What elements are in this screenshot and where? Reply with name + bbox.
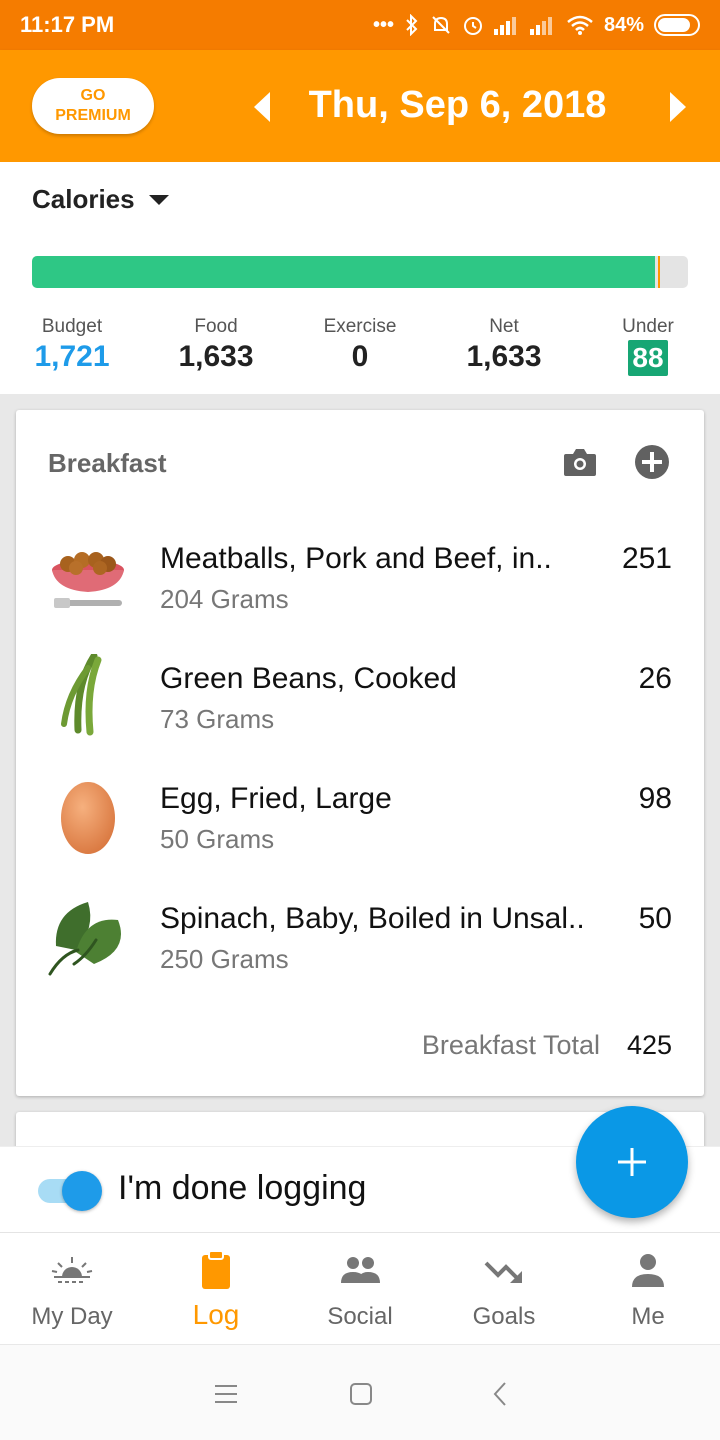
done-logging-toggle[interactable] [38, 1169, 102, 1211]
battery-level [658, 18, 690, 32]
camera-icon[interactable] [562, 446, 598, 478]
done-logging-label: I'm done logging [118, 1169, 367, 1207]
stat-food: Food 1,633 [166, 316, 266, 374]
food-calories: 251 [621, 542, 672, 575]
food-quantity: 250 Grams [160, 944, 289, 974]
food-calories: 26 [638, 662, 672, 695]
stat-under: Under 88 [614, 316, 682, 376]
stat-exercise-value: 0 [351, 340, 369, 373]
menu-icon[interactable] [213, 1381, 239, 1407]
meal-title: Breakfast [48, 448, 167, 478]
signal-2-icon [529, 17, 552, 35]
nav-label: Social [327, 1303, 393, 1330]
app-header: GO PREMIUM Thu, Sep 6, 2018 [0, 50, 720, 162]
bottom-nav: My Day Log Social Goals Me [0, 1232, 720, 1344]
food-item[interactable]: Meatballs, Pork and Beef, in.. 204 Grams… [16, 534, 704, 644]
food-quantity: 204 Grams [160, 584, 289, 614]
green-beans-icon [61, 654, 102, 736]
alarm-icon [463, 17, 482, 35]
back-icon[interactable] [488, 1381, 514, 1407]
person-icon [632, 1254, 664, 1287]
status-time: 11:17 PM [20, 12, 115, 37]
clipboard-icon [202, 1251, 230, 1289]
nav-label: Me [631, 1303, 665, 1330]
nav-item-goals[interactable]: Goals [432, 1233, 576, 1344]
nav-item-my-day[interactable]: My Day [0, 1233, 144, 1344]
nav-label: Goals [472, 1303, 536, 1330]
nav-item-social[interactable]: Social [288, 1233, 432, 1344]
breakfast-card: Breakfast Meatballs, Pork and Beef, in..… [16, 410, 704, 1096]
premium-line-1: GO [80, 87, 106, 104]
sunrise-icon [51, 1257, 93, 1283]
stat-net-value: 1,633 [466, 340, 542, 373]
stat-budget: Budget 1,721 [32, 316, 112, 374]
food-name: Green Beans, Cooked [160, 662, 457, 695]
add-circle-icon[interactable] [634, 444, 670, 480]
metric-dropdown[interactable]: Calories [32, 184, 169, 215]
budget-marker [658, 256, 661, 288]
system-nav-bar [0, 1344, 720, 1440]
mute-bell-icon [432, 16, 450, 34]
people-icon [341, 1257, 380, 1283]
food-item[interactable]: Green Beans, Cooked 73 Grams 26 [16, 654, 704, 764]
egg-icon [61, 782, 115, 854]
battery-percent: 84% [603, 13, 644, 36]
status-bar: 11:17 PM ••• 84% [0, 0, 720, 50]
food-item[interactable]: Spinach, Baby, Boiled in Unsal.. 250 Gra… [16, 894, 704, 1004]
stat-food-label: Food [194, 316, 238, 337]
nav-item-log[interactable]: Log [144, 1233, 288, 1344]
food-calories: 50 [638, 902, 672, 935]
spinach-icon [48, 902, 121, 976]
metric-label: Calories [32, 184, 135, 214]
calorie-summary: Calories Budget 1,721 Food 1,633 Exercis… [0, 162, 720, 394]
food-quantity: 73 Grams [160, 704, 275, 734]
signal-icon [493, 17, 516, 35]
more-dots-icon: ••• [372, 13, 394, 36]
meal-total-label: Breakfast Total [421, 1030, 600, 1060]
premium-line-2: PREMIUM [55, 107, 131, 124]
nav-label: My Day [31, 1303, 113, 1330]
nav-label: Log [192, 1299, 240, 1330]
nav-item-me[interactable]: Me [576, 1233, 720, 1344]
food-item[interactable]: Egg, Fried, Large 50 Grams 98 [16, 774, 704, 884]
stat-exercise: Exercise 0 [310, 316, 410, 374]
chevron-left-icon[interactable] [252, 90, 272, 124]
stat-budget-value: 1,721 [34, 340, 110, 373]
stat-exercise-label: Exercise [323, 316, 397, 337]
caret-down-icon [148, 194, 169, 205]
stat-net-label: Net [489, 316, 519, 337]
food-calories: 98 [638, 782, 672, 815]
stat-net: Net 1,633 [454, 316, 554, 374]
date-label[interactable]: Thu, Sep 6, 2018 [290, 84, 625, 127]
stat-under-value: 88 [628, 340, 668, 376]
chevron-right-icon[interactable] [668, 90, 688, 124]
food-name: Egg, Fried, Large [160, 782, 392, 815]
plus-icon [618, 1148, 646, 1176]
stat-food-value: 1,633 [178, 340, 254, 373]
home-icon[interactable] [348, 1381, 374, 1407]
meal-total-value: 425 [626, 1030, 672, 1060]
status-icons: ••• 84% [373, 14, 700, 37]
go-premium-button[interactable]: GO PREMIUM [32, 78, 154, 134]
stat-budget-label: Budget [41, 316, 103, 337]
wifi-icon [567, 15, 593, 35]
add-entry-fab[interactable] [576, 1106, 688, 1218]
food-quantity: 50 Grams [160, 824, 275, 854]
trend-down-icon [484, 1261, 522, 1283]
stat-under-label: Under [622, 316, 674, 337]
food-name: Meatballs, Pork and Beef, in.. [160, 542, 552, 575]
progress-fill [32, 256, 655, 288]
meatballs-icon [52, 552, 124, 608]
toggle-knob [62, 1171, 102, 1211]
bluetooth-icon [406, 14, 418, 36]
food-name: Spinach, Baby, Boiled in Unsal.. [160, 902, 585, 935]
battery-icon [654, 14, 700, 36]
calorie-progress-bar [32, 256, 688, 288]
